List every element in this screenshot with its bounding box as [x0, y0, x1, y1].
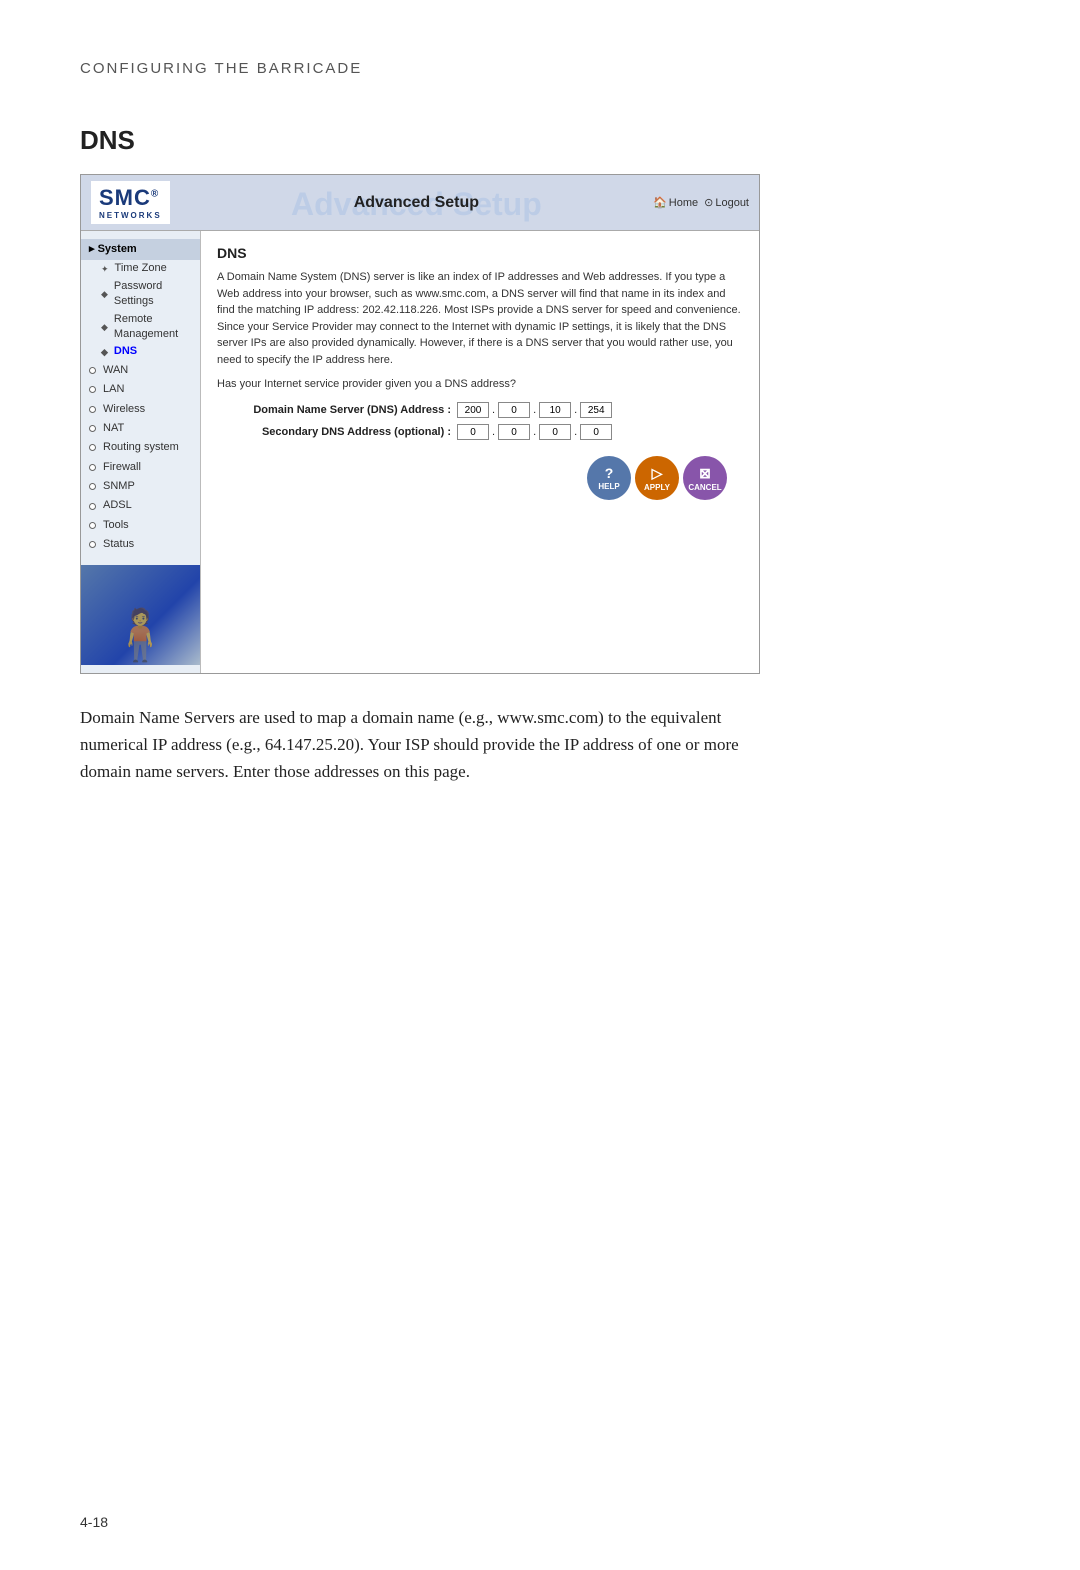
cancel-label: CANCEL — [688, 483, 721, 492]
body-description: Domain Name Servers are used to map a do… — [80, 704, 760, 786]
sidebar-item-dns[interactable]: ◆ DNS — [97, 343, 200, 360]
sidebar-item-nat[interactable]: NAT — [81, 419, 200, 438]
router-content: DNS A Domain Name System (DNS) server is… — [201, 231, 759, 673]
dns-primary-field-4[interactable] — [580, 402, 612, 418]
sidebar-sub-system: ✦ Time Zone ◆ Password Settings ◆ Remote… — [81, 260, 200, 360]
help-icon: ? — [605, 465, 614, 481]
sidebar-item-wireless[interactable]: Wireless — [81, 400, 200, 419]
sidebar-image: 🧍 — [81, 565, 200, 665]
dns-primary-field-2[interactable] — [498, 402, 530, 418]
lan-dot-icon — [89, 386, 96, 393]
sidebar-item-timezone[interactable]: ✦ Time Zone — [97, 260, 200, 277]
router-nav-links: 🏠 Home ⊙ Logout — [653, 196, 749, 209]
dns-primary-field-3[interactable] — [539, 402, 571, 418]
router-footer: ? HELP ▷ APPLY ⊠ CANCEL — [217, 446, 743, 510]
help-label: HELP — [598, 482, 619, 491]
apply-label: APPLY — [644, 483, 670, 492]
logout-link[interactable]: ⊙ Logout — [704, 196, 749, 209]
router-frame: SMC® Networks Advanced Setup Advanced Se… — [80, 174, 760, 674]
logout-icon: ⊙ — [704, 196, 713, 209]
firewall-dot-icon — [89, 464, 96, 471]
snmp-dot-icon — [89, 483, 96, 490]
apply-icon: ▷ — [652, 465, 663, 482]
star-icon: ✦ — [101, 263, 109, 276]
router-body: ▸ System ✦ Time Zone ◆ Password Settings… — [81, 231, 759, 673]
leaf3-icon: ◆ — [101, 346, 108, 359]
cancel-button[interactable]: ⊠ CANCEL — [683, 456, 727, 500]
router-sidebar: ▸ System ✦ Time Zone ◆ Password Settings… — [81, 231, 201, 673]
dns-secondary-field-4[interactable] — [580, 424, 612, 440]
dns-primary-row: Domain Name Server (DNS) Address : . . . — [217, 402, 743, 418]
sidebar-item-snmp[interactable]: SNMP — [81, 477, 200, 496]
dns-secondary-inputs: . . . — [457, 424, 612, 440]
page-header: Configuring the Barricade — [80, 60, 1000, 85]
tools-dot-icon — [89, 522, 96, 529]
content-title: DNS — [217, 245, 743, 261]
home-icon: 🏠 — [653, 196, 667, 209]
nat-dot-icon — [89, 425, 96, 432]
home-label: Home — [669, 197, 698, 209]
wan-dot-icon — [89, 367, 96, 374]
sidebar-item-remote[interactable]: ◆ Remote Management — [97, 311, 200, 344]
dns-form: Domain Name Server (DNS) Address : . . .… — [217, 402, 743, 440]
sidebar-item-lan[interactable]: LAN — [81, 380, 200, 399]
router-header-title: Advanced Setup Advanced Setup — [180, 194, 653, 212]
dns-secondary-field-1[interactable] — [457, 424, 489, 440]
sidebar-item-status[interactable]: Status — [81, 535, 200, 554]
adsl-dot-icon — [89, 503, 96, 510]
status-dot-icon — [89, 541, 96, 548]
apply-button[interactable]: ▷ APPLY — [635, 456, 679, 500]
routing-dot-icon — [89, 444, 96, 451]
wireless-dot-icon — [89, 406, 96, 413]
smc-logo: SMC® Networks — [99, 185, 162, 220]
sidebar-item-tools[interactable]: Tools — [81, 516, 200, 535]
sidebar-section-header-label: ▸ System — [89, 242, 137, 257]
dns-secondary-label: Secondary DNS Address (optional) : — [217, 426, 457, 438]
dns-primary-inputs: . . . — [457, 402, 612, 418]
content-question: Has your Internet service provider given… — [217, 378, 743, 390]
logout-label: Logout — [715, 197, 749, 209]
help-button[interactable]: ? HELP — [587, 456, 631, 500]
sidebar-item-routing[interactable]: Routing system — [81, 438, 200, 457]
sidebar-item-firewall[interactable]: Firewall — [81, 458, 200, 477]
leaf2-icon: ◆ — [101, 321, 108, 334]
person-icon: 🧍 — [109, 606, 171, 665]
page-number: 4-18 — [80, 1514, 108, 1530]
sidebar-item-system[interactable]: ▸ System — [81, 239, 200, 260]
cancel-icon: ⊠ — [699, 465, 711, 482]
section-title: DNS — [80, 125, 1000, 156]
sidebar-item-wan[interactable]: WAN — [81, 361, 200, 380]
leaf-icon: ◆ — [101, 288, 108, 301]
dns-primary-label: Domain Name Server (DNS) Address : — [217, 404, 457, 416]
smc-logo-wrap: SMC® Networks — [91, 181, 170, 224]
home-link[interactable]: 🏠 Home — [653, 196, 698, 209]
dns-secondary-field-3[interactable] — [539, 424, 571, 440]
advanced-setup-fg-text: Advanced Setup — [180, 194, 653, 212]
router-header: SMC® Networks Advanced Setup Advanced Se… — [81, 175, 759, 231]
content-description: A Domain Name System (DNS) server is lik… — [217, 269, 743, 368]
sidebar-item-password[interactable]: ◆ Password Settings — [97, 278, 200, 311]
dns-primary-field-1[interactable] — [457, 402, 489, 418]
sidebar-item-adsl[interactable]: ADSL — [81, 496, 200, 515]
dns-secondary-field-2[interactable] — [498, 424, 530, 440]
dns-secondary-row: Secondary DNS Address (optional) : . . . — [217, 424, 743, 440]
